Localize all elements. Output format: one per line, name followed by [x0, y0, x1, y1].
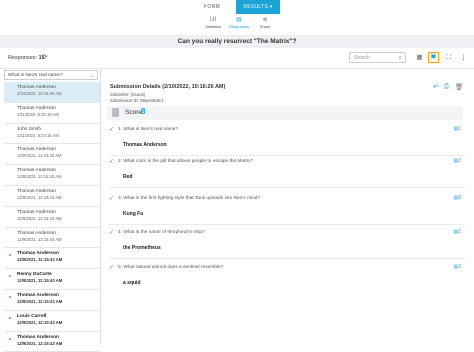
answer-text: the Prometheus — [123, 245, 161, 251]
print-icon[interactable]: ⎙ — [444, 83, 449, 91]
badge-value: 1 — [458, 126, 461, 132]
response-list-item[interactable]: Thomas Anderson 12/9/2021, 12:15:43 AM — [4, 248, 100, 270]
check-icon: ✓ — [109, 196, 115, 202]
search-input[interactable]: Search ⌕ — [349, 52, 406, 63]
subnav-responses-label: Responses — [228, 24, 249, 29]
response-list-item[interactable]: Thomas Anderson 12/9/2021, 12:15:43 AM — [4, 290, 100, 311]
tab-results[interactable]: RESULTS ▾ — [236, 0, 280, 14]
unread-indicator-icon — [9, 316, 12, 319]
fullscreen-icon[interactable]: ⛶ — [443, 52, 454, 63]
answer-text: Red — [123, 174, 133, 180]
response-date: 2/10/2022, 10:16:26 AM — [17, 91, 62, 96]
badge-value: 2 — [458, 264, 461, 270]
score-icon — [112, 108, 119, 117]
question-text: 3. What is the first fighting style that… — [118, 196, 261, 201]
divider — [109, 258, 465, 259]
response-list-item[interactable]: Thomas Anderson 12/8/2021, 12:15:43 AM — [4, 144, 100, 166]
response-date: 12/8/2021, 12:15:43 AM — [17, 153, 62, 159]
response-date: 12/9/2021, 12:15:43 AM — [17, 257, 63, 263]
badge-value: 2 — [458, 195, 461, 201]
subnav-share-label: Share — [259, 24, 271, 29]
form-title: Can you really resurrect "The Matrix"? — [0, 35, 474, 48]
badge-value: 2 — [458, 158, 461, 164]
reply-icon[interactable]: ↶ — [433, 83, 438, 91]
answer-score-badge[interactable]: ▤2 — [453, 229, 461, 235]
response-date: 12/8/2021, 12:15:43 AM — [17, 174, 62, 180]
response-list-item[interactable]: John Smith 1/11/2022, 8:24:16 AM — [4, 124, 100, 145]
response-list-item[interactable]: Renny DuCarte 12/9/2021, 12:15:43 AM — [4, 269, 100, 290]
unread-indicator-icon — [9, 254, 12, 257]
question-text: 5. What natural animal does a sentinel r… — [118, 265, 224, 270]
submitter: Submitter: (Guest) — [110, 92, 146, 97]
statistics-icon: UI — [210, 17, 216, 23]
answer-score-badge[interactable]: ▤2 — [453, 158, 461, 164]
score-value: 8 — [141, 107, 146, 116]
divider — [109, 224, 465, 225]
subnav-statistics[interactable]: UI Statistics — [200, 16, 226, 35]
unread-indicator-icon — [9, 337, 12, 340]
response-date: 1/11/2022, 8:24:16 AM — [17, 132, 59, 138]
response-date: 12/9/2021, 12:15:43 AM — [17, 278, 63, 284]
answer-text: Kung Fu — [123, 211, 144, 217]
badge-value: 2 — [458, 229, 461, 235]
subnav-statistics-label: Statistics — [204, 24, 221, 29]
response-date: 1/11/2022, 8:20:16 AM — [17, 111, 59, 117]
divider — [109, 187, 465, 188]
response-list-item[interactable]: Louis Carrell 12/9/2021, 12:15:43 AM — [4, 311, 100, 332]
responses-count-label: Responses: 15 — [8, 55, 45, 61]
chevron-down-icon: ⌄ — [89, 73, 94, 79]
search-placeholder: Search — [354, 55, 370, 61]
response-list-item[interactable]: Thomas Anderson 12/8/2021, 12:15:43 AM — [4, 207, 100, 228]
check-icon: ✓ — [109, 265, 115, 271]
response-date: 12/8/2021, 12:15:43 AM — [17, 194, 62, 200]
response-date: 12/9/2021, 12:15:43 AM — [17, 298, 63, 304]
question-text: 4. What is the name of Morpheus's ship? — [118, 230, 205, 235]
answer-score-badge[interactable]: ▤2 — [453, 195, 461, 201]
unread-indicator-icon — [9, 295, 12, 298]
grid-view-icon[interactable]: ▦ — [414, 52, 425, 63]
responses-label-text: Responses: — [8, 55, 38, 61]
divider — [109, 155, 465, 156]
unread-indicator-icon — [9, 275, 12, 278]
top-tab-bar: FORM RESULTS ▾ — [0, 0, 474, 14]
delete-icon[interactable]: 🗑 — [455, 83, 463, 91]
question-text: 1. What is Neo's real name? — [118, 127, 179, 132]
check-icon: ✓ — [109, 127, 115, 133]
responses-icon: ▤ — [236, 17, 242, 23]
response-date: 12/8/2021, 12:15:43 AM — [17, 215, 62, 221]
refresh-icon[interactable]: ⟳ — [42, 53, 48, 61]
answer-score-badge[interactable]: ▤1 — [453, 126, 461, 132]
share-icon: ⋞ — [262, 17, 268, 23]
check-icon: ✓ — [109, 159, 115, 165]
question-filter-value: What is Neo's real name? — [8, 73, 63, 78]
responses-list: Thomas Anderson 2/10/2022, 10:16:26 AM Tho… — [4, 82, 100, 352]
calendar-view-icon[interactable]: ▣ — [428, 52, 439, 63]
score-bar — [107, 106, 463, 120]
question-text: 2. What color is the pill that allows pe… — [118, 159, 254, 164]
answer-score-badge[interactable]: ▤2 — [453, 264, 461, 270]
response-list-item[interactable]: Thomas Anderson 12/8/2021, 12:15:43 AM — [4, 186, 100, 207]
check-icon: ✓ — [109, 230, 115, 236]
answer-text: a squid — [123, 280, 141, 286]
response-list-item[interactable]: Thomas Anderson 2/10/2022, 10:16:26 AM — [4, 82, 100, 103]
subnav-share[interactable]: ⋞ Share — [252, 16, 278, 35]
response-list-item[interactable]: Thomas Anderson 12/8/2021, 12:15:43 AM — [4, 165, 100, 186]
submission-title: Submission Details (2/10/2022, 10:16:26 … — [110, 84, 226, 90]
question-filter-dropdown[interactable]: What is Neo's real name? ⌄ — [4, 70, 98, 80]
submission-id: Submission ID: 09a2e6b3c1 — [110, 98, 164, 103]
response-date: 12/9/2021, 12:15:43 AM — [17, 236, 62, 242]
tab-form[interactable]: FORM — [190, 0, 234, 14]
tab-results-label: RESULTS — [243, 4, 269, 10]
more-options-icon[interactable]: ⋮ — [458, 52, 469, 63]
chevron-down-icon: ▾ — [269, 4, 273, 10]
subnav-responses[interactable]: ▤ Responses — [226, 16, 252, 36]
response-list-item[interactable]: Thomas Anderson 12/9/2021, 12:15:43 AM — [4, 332, 100, 352]
response-date: 12/9/2021, 12:15:43 AM — [17, 319, 63, 325]
response-list-item[interactable]: Thomas Anderson 12/9/2021, 12:15:43 AM — [4, 228, 100, 249]
search-icon: ⌕ — [398, 55, 402, 61]
response-list-item[interactable]: Thomas Anderson 1/11/2022, 8:20:16 AM — [4, 103, 100, 124]
answer-text: Thomas Anderson — [123, 142, 167, 148]
